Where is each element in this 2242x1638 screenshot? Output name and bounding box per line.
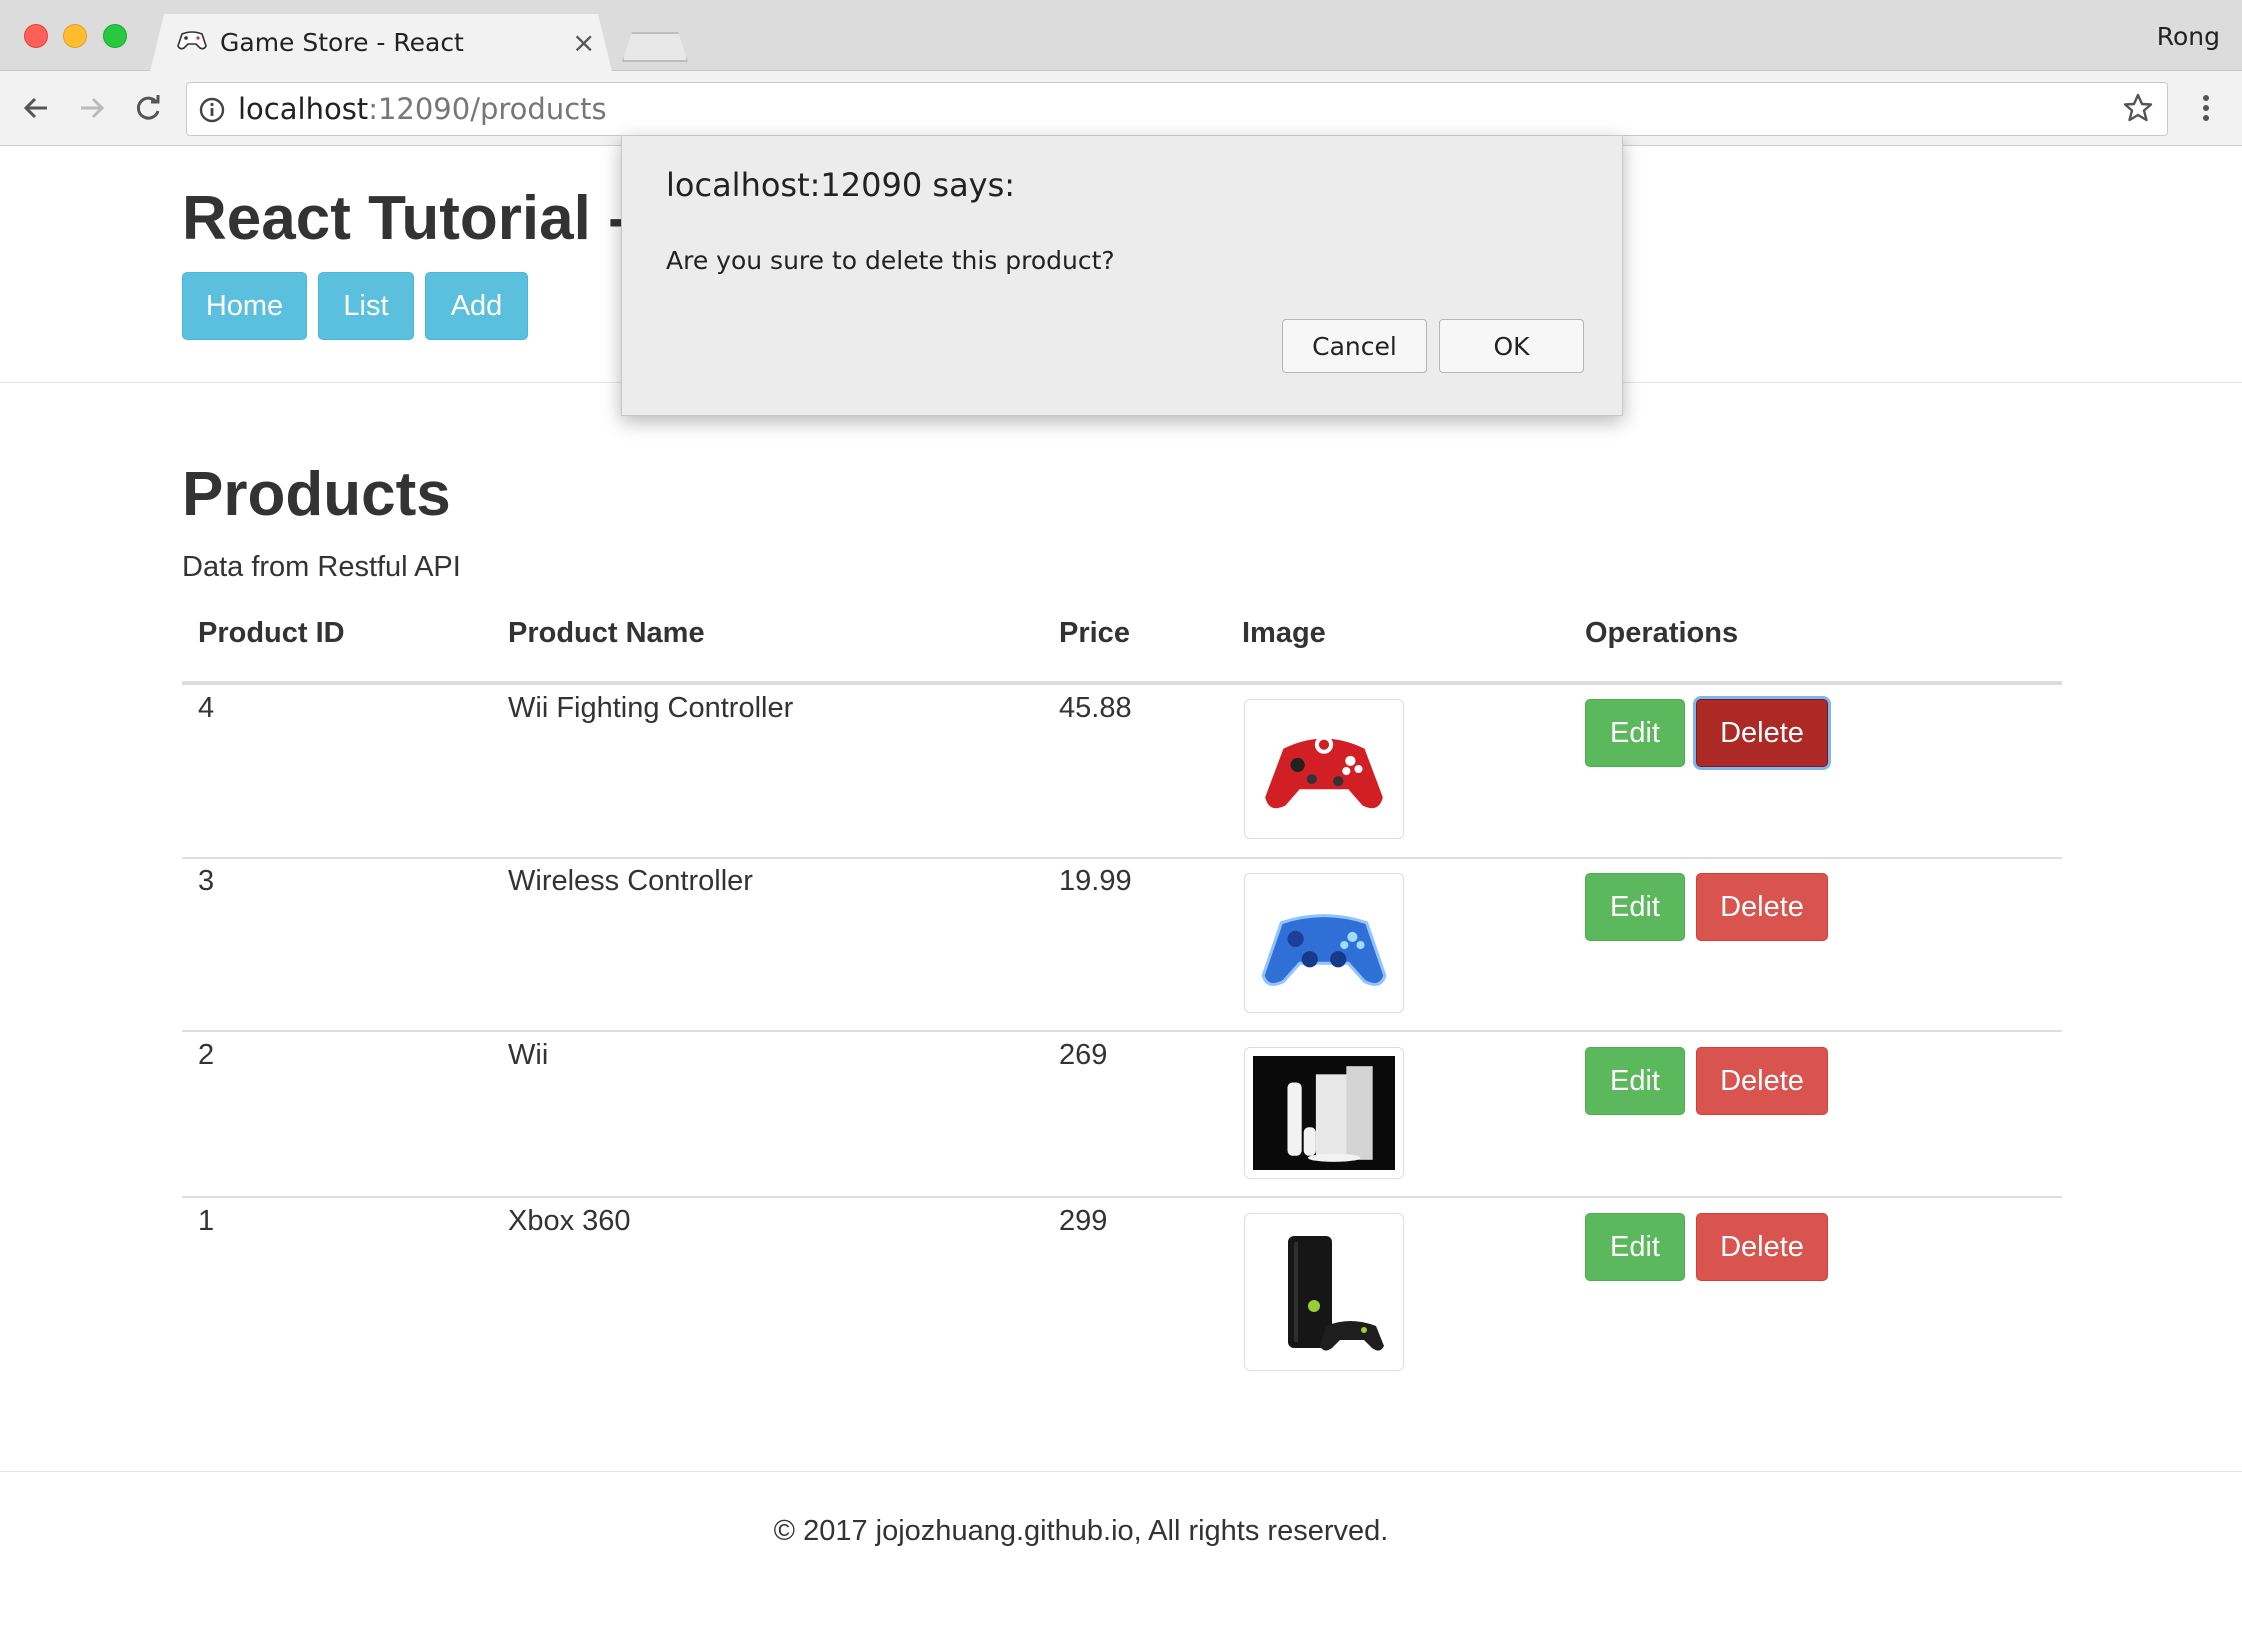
- site-title: React Tutorial -: [182, 184, 629, 253]
- confirm-dialog: localhost:12090 says: Are you sure to de…: [621, 135, 1623, 416]
- close-window-button[interactable]: [24, 24, 48, 48]
- nav-list-button[interactable]: List: [318, 272, 414, 340]
- product-name: Wii Fighting Controller: [508, 692, 794, 724]
- product-name: Wireless Controller: [508, 865, 753, 897]
- product-price: 19.99: [1059, 865, 1132, 897]
- address-url: localhost:12090/products: [238, 92, 607, 126]
- column-header-operations: Operations: [1585, 617, 1739, 649]
- product-name: Wii: [508, 1039, 549, 1071]
- zoom-window-button[interactable]: [103, 24, 127, 48]
- new-tab-button[interactable]: [622, 32, 688, 62]
- back-arrow-icon[interactable]: [18, 90, 54, 126]
- gamepad-favicon-icon: [176, 28, 208, 52]
- edit-button[interactable]: Edit: [1585, 1213, 1685, 1281]
- row-divider: [182, 1196, 2062, 1198]
- minimize-window-button[interactable]: [63, 24, 87, 48]
- url-host: localhost: [238, 92, 369, 126]
- column-header-id: Product ID: [198, 617, 345, 649]
- product-price: 269: [1059, 1039, 1108, 1071]
- nav-home-button[interactable]: Home: [182, 272, 307, 340]
- tab-title: Game Store - React: [220, 28, 464, 57]
- column-header-price: Price: [1059, 617, 1130, 649]
- wii-console-image: [1244, 1047, 1404, 1179]
- product-name: Xbox 360: [508, 1205, 631, 1237]
- dialog-title: localhost:12090 says:: [666, 166, 1016, 204]
- product-id: 3: [198, 865, 215, 897]
- dialog-message: Are you sure to delete this product?: [666, 246, 1115, 275]
- footer: © 2017 jojozhuang.github.io, All rights …: [0, 1515, 2242, 1548]
- column-header-name: Product Name: [508, 617, 705, 649]
- page-subtext: Data from Restful API: [182, 551, 461, 583]
- dialog-ok-button[interactable]: OK: [1439, 319, 1584, 373]
- row-divider: [182, 857, 2062, 859]
- browser-tabstrip: Game Store - React × Rong: [0, 0, 2242, 72]
- table-header-divider: [182, 681, 2062, 685]
- footer-divider: [0, 1471, 2242, 1472]
- reload-icon[interactable]: [130, 90, 166, 126]
- tab-close-icon[interactable]: ×: [572, 26, 595, 59]
- product-price: 45.88: [1059, 692, 1132, 724]
- bookmark-star-icon[interactable]: [2122, 92, 2154, 124]
- row-divider: [182, 1030, 2062, 1032]
- footer-text: © 2017 jojozhuang.github.io, All rights …: [773, 1515, 1389, 1547]
- delete-button[interactable]: Delete: [1696, 1213, 1828, 1281]
- url-path: :12090/products: [368, 92, 607, 126]
- profile-name[interactable]: Rong: [2157, 22, 2220, 51]
- forward-arrow-icon[interactable]: [74, 90, 110, 126]
- delete-button[interactable]: Delete: [1696, 699, 1828, 767]
- delete-button[interactable]: Delete: [1696, 1047, 1828, 1115]
- product-id: 2: [198, 1039, 215, 1071]
- product-id: 4: [198, 692, 215, 724]
- product-id: 1: [198, 1205, 215, 1237]
- page-heading: Products: [182, 460, 451, 529]
- edit-button[interactable]: Edit: [1585, 1047, 1685, 1115]
- nav-add-button[interactable]: Add: [425, 272, 528, 340]
- column-header-image: Image: [1242, 617, 1326, 649]
- red-gamepad-image: [1244, 699, 1404, 839]
- product-price: 299: [1059, 1205, 1108, 1237]
- info-icon[interactable]: [198, 96, 226, 124]
- edit-button[interactable]: Edit: [1585, 873, 1685, 941]
- browser-menu-icon[interactable]: [2196, 92, 2216, 124]
- dialog-cancel-button[interactable]: Cancel: [1282, 319, 1427, 373]
- blue-gamepad-image: [1244, 873, 1404, 1013]
- edit-button[interactable]: Edit: [1585, 699, 1685, 767]
- delete-button[interactable]: Delete: [1696, 873, 1828, 941]
- xbox-console-image: [1244, 1213, 1404, 1371]
